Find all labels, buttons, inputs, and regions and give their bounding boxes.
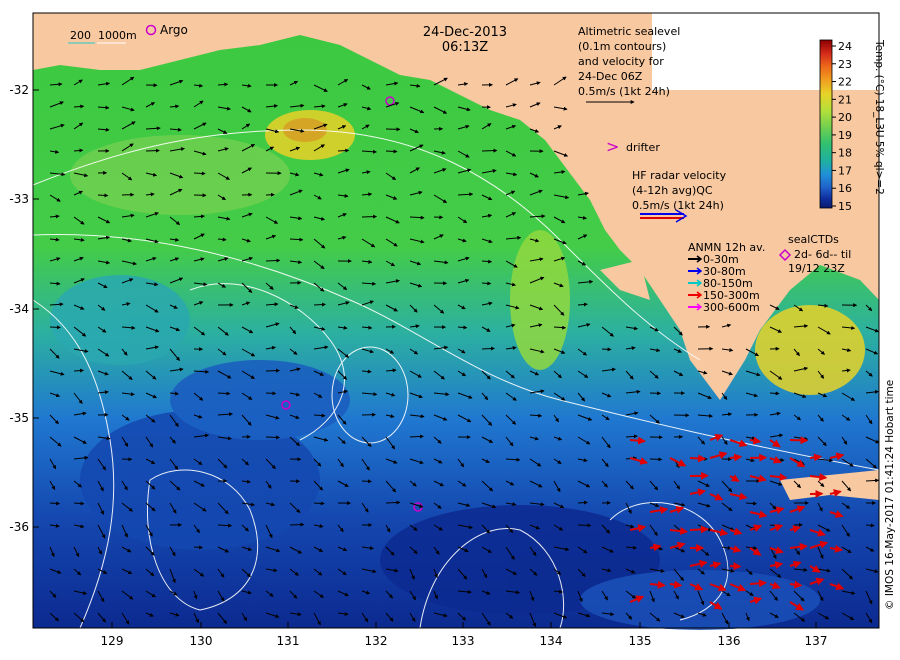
drifter-legend-label: drifter [626, 141, 660, 154]
velocity-arrow [745, 501, 758, 506]
colorbar-tick-label: 15 [838, 200, 852, 213]
scale-label-1000: 1000m [98, 29, 137, 42]
scale-label-200: 200 [70, 29, 91, 42]
velocity-arrow [193, 171, 206, 176]
velocity-arrow [217, 391, 231, 396]
velocity-arrow [265, 435, 281, 440]
imos-credit: © IMOS 16-May-2017 01:41:24 Hobart time [884, 380, 896, 610]
altimetry-line-5: 0.5m/s (1kt 24h) [578, 85, 670, 98]
velocity-arrow [73, 501, 85, 506]
velocity-arrow [313, 501, 325, 506]
velocity-arrow [601, 347, 612, 352]
velocity-arrow [265, 258, 281, 263]
colorbar-tick-label: 16 [838, 182, 852, 195]
hf-line-2: (4-12h avg)QC [632, 184, 713, 197]
header-date: 24-Dec-2013 [423, 25, 507, 40]
colorbar-tick-label: 24 [838, 40, 852, 53]
sealctds-line-2: 19/12 23Z [788, 262, 845, 275]
sealctds-line-1: 2d- 6d-- til [794, 248, 851, 261]
velocity-arrow [265, 368, 280, 373]
velocity-arrow [385, 149, 398, 154]
velocity-arrow [865, 478, 880, 483]
velocity-arrow [865, 523, 875, 528]
velocity-arrow [385, 500, 401, 505]
y-tick-label: -34 [9, 302, 29, 316]
velocity-arrow [481, 148, 498, 153]
velocity-arrow [73, 368, 84, 373]
y-tick-label: -32 [9, 83, 29, 97]
altimetry-line-1: Altimetric sealevel [578, 25, 680, 38]
hf-radar-arrow [649, 580, 666, 589]
depth-scale-legend: 200 1000m [68, 29, 137, 44]
x-tick-label: 131 [277, 634, 300, 648]
hf-line-3: 0.5m/s (1kt 24h) [632, 199, 724, 212]
y-tick-label: -36 [9, 520, 29, 534]
sealctds-title: sealCTDs [788, 233, 839, 246]
velocity-arrow [49, 325, 61, 330]
velocity-arrow [49, 501, 61, 506]
colorbar-tick-label: 23 [838, 58, 852, 71]
velocity-arrow [481, 346, 495, 351]
colorbar-tick-label: 18 [838, 147, 852, 160]
header-time: 06:13Z [442, 40, 488, 55]
x-tick-label: 135 [629, 634, 652, 648]
velocity-arrow [193, 545, 204, 550]
colorbar-scale [819, 39, 833, 209]
hf-radar-arrow [749, 579, 767, 588]
altimetry-line-3: and velocity for [578, 55, 664, 68]
x-tick-label: 134 [540, 634, 563, 648]
velocity-arrow [265, 391, 277, 396]
velocity-arrow [217, 523, 233, 528]
hf-radar-arrow [629, 436, 647, 445]
x-tick-label: 137 [805, 634, 828, 648]
x-tick-label: 129 [101, 634, 124, 648]
drifter-legend-icon: > [606, 137, 619, 156]
velocity-arrow [97, 193, 109, 198]
colorbar-tick-label: 19 [838, 129, 852, 142]
hf-radar-arrow [729, 453, 743, 462]
velocity-arrow [577, 500, 588, 505]
velocity-arrow [649, 457, 663, 462]
hf-radar-arrow [789, 436, 809, 445]
hf-radar-arrow [729, 562, 742, 571]
hf-line-1: HF radar velocity [632, 169, 727, 182]
x-tick-label: 136 [718, 634, 741, 648]
x-tick-label: 133 [452, 634, 475, 648]
y-tick-label: -35 [9, 411, 29, 425]
velocity-arrow [457, 325, 468, 330]
velocity-arrow [577, 523, 592, 528]
x-tick-label: 132 [365, 634, 388, 648]
colorbar-label: Temp. (°C) 18_L3U 5% ql>=2 [873, 39, 885, 195]
velocity-arrow [337, 148, 350, 153]
velocity-arrow [769, 391, 780, 396]
colorbar-tick-label: 20 [838, 111, 852, 124]
colorbar-tick-label: 21 [838, 93, 852, 106]
y-tick-label: -33 [9, 192, 29, 206]
colorbar-tick-label: 22 [838, 76, 852, 89]
velocity-arrow [145, 148, 160, 153]
velocity-arrow [409, 434, 424, 439]
sea-surface-temperature-map: 24-Dec-2013 06:13Z 200 1000m Argo Altime… [9, 12, 896, 648]
velocity-arrow [361, 479, 372, 484]
velocity-arrow [361, 214, 378, 219]
x-tick-label: 130 [190, 634, 213, 648]
anmn-item-label: 300-600m [703, 301, 760, 314]
velocity-arrow [481, 281, 492, 286]
argo-legend-label: Argo [160, 23, 188, 37]
colorbar-tick-label: 17 [838, 164, 852, 177]
velocity-arrow [313, 302, 326, 307]
altimetry-line-4: 24-Dec 06Z [578, 70, 643, 83]
altimetry-line-2: (0.1m contours) [578, 40, 666, 53]
hf-radar-arrow [689, 454, 707, 463]
hf-radar-arrow [689, 525, 709, 534]
velocity-arrow [289, 522, 305, 527]
hf-radar-arrow [749, 453, 768, 462]
